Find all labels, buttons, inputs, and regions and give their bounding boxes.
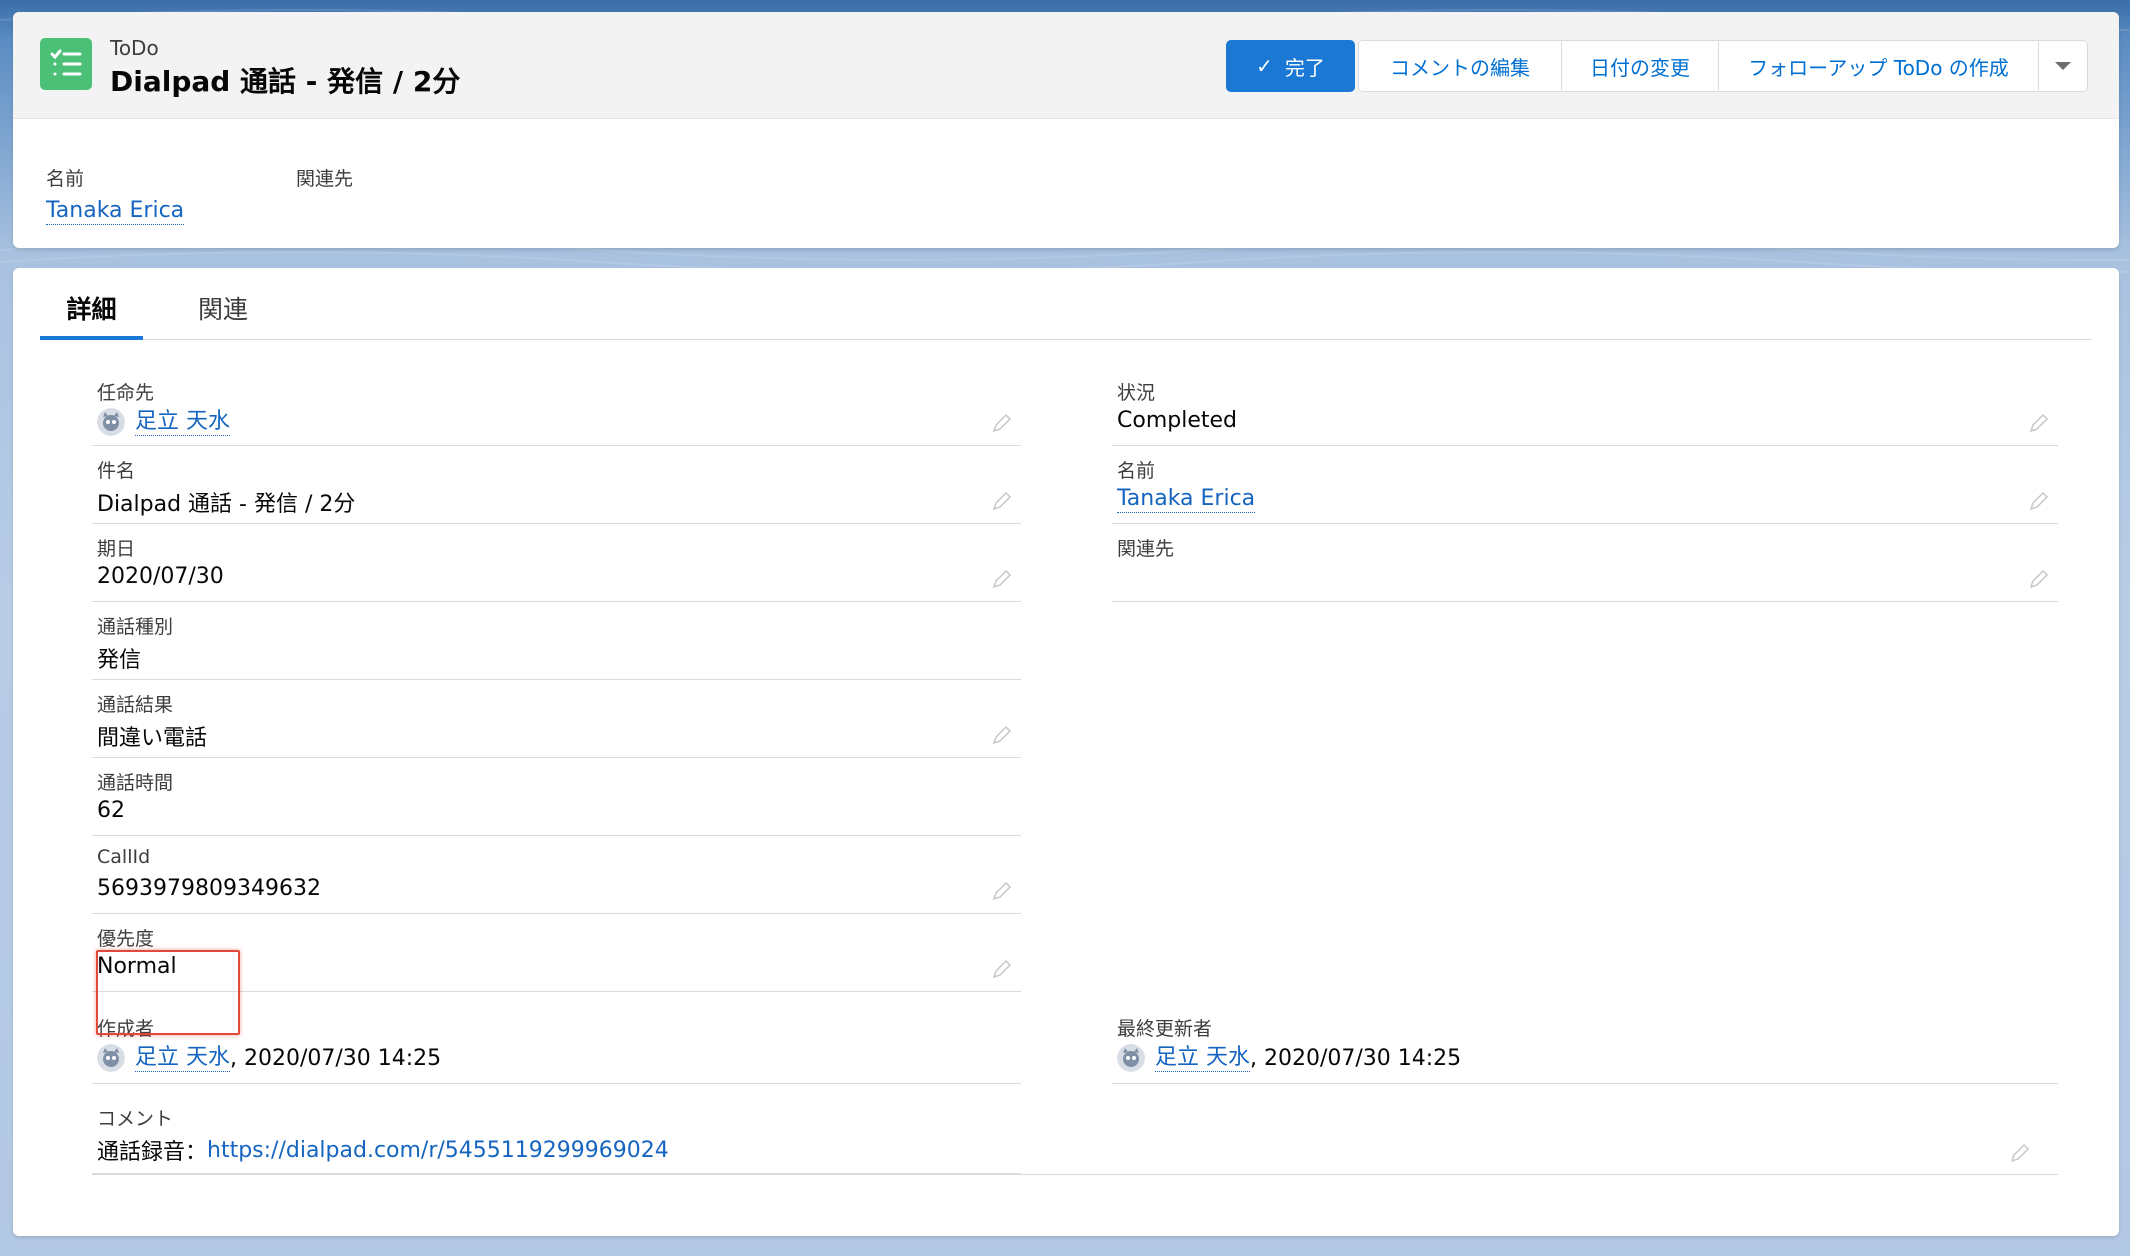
edit-pencil-icon[interactable] <box>2028 568 2050 590</box>
field-value: Dialpad 通話 - 発信 / 2分 <box>97 492 356 517</box>
field-name: 名前 Tanaka Erica <box>1112 446 2058 524</box>
field-label: 通話種別 <box>97 616 174 638</box>
record-title: Dialpad 通話 - 発信 / 2分 <box>110 65 461 98</box>
field-value: 足立 天水 , 2020/07/30 14:25 <box>1117 1044 1461 1072</box>
check-icon: ✓ <box>1256 54 1273 78</box>
more-actions-button[interactable] <box>2038 40 2088 92</box>
complete-button[interactable]: ✓ 完了 <box>1226 40 1355 92</box>
edit-pencil-icon[interactable] <box>2028 412 2050 434</box>
field-label: 名前 <box>1117 460 1156 482</box>
edit-pencil-icon[interactable] <box>2028 490 2050 512</box>
recording-link[interactable]: https://dialpad.com/r/5455119299969024 <box>207 1138 669 1163</box>
tab-detail[interactable]: 詳細 <box>40 290 143 340</box>
field-created-by: 作成者 足立 天水 , 2020/07/30 14:25 <box>92 1004 1021 1084</box>
field-label: 作成者 <box>97 1018 155 1040</box>
field-value: Tanaka Erica <box>1117 486 1256 513</box>
field-label: CallId <box>97 846 151 868</box>
field-label: 通話結果 <box>97 694 174 716</box>
last-modified-date: , 2020/07/30 14:25 <box>1250 1045 1462 1071</box>
field-value: 2020/07/30 <box>97 564 224 589</box>
edit-pencil-icon[interactable] <box>991 568 1013 590</box>
created-by-user-link[interactable]: 足立 天水 <box>135 1045 230 1072</box>
create-follow-up-todo-button[interactable]: フォローアップ ToDo の作成 <box>1718 40 2039 92</box>
record-header-top: ToDo Dialpad 通話 - 発信 / 2分 ✓ 完了 コメントの編集 日… <box>13 12 2119 119</box>
edit-pencil-icon[interactable] <box>991 490 1013 512</box>
field-last-modified-by: 最終更新者 足立 天水 , 2020/07/30 14:25 <box>1112 1004 2058 1084</box>
field-value: Completed <box>1117 408 1237 433</box>
user-avatar-icon <box>97 1044 125 1072</box>
field-value: 足立 天水 , 2020/07/30 14:25 <box>97 1044 441 1072</box>
field-value: 間違い電話 <box>97 726 208 751</box>
field-label: 最終更新者 <box>1117 1018 1213 1040</box>
field-assignee: 任命先 足立 天水 <box>92 368 1021 446</box>
field-label: 関連先 <box>1117 538 1175 560</box>
field-label: 状況 <box>1117 382 1156 404</box>
field-priority: 優先度 Normal <box>92 914 1021 992</box>
field-call-type: 通話種別 発信 <box>92 602 1021 680</box>
edit-pencil-icon[interactable] <box>991 958 1013 980</box>
name-link[interactable]: Tanaka Erica <box>1117 486 1256 513</box>
todo-list-icon <box>40 38 92 90</box>
action-buttons: ✓ 完了 コメントの編集 日付の変更 フォローアップ ToDo の作成 <box>1226 40 2088 92</box>
field-subject: 件名 Dialpad 通話 - 発信 / 2分 <box>92 446 1021 524</box>
header-name-link[interactable]: Tanaka Erica <box>46 198 185 225</box>
field-value: 5693979809349632 <box>97 876 321 901</box>
header-related-label: 関連先 <box>296 168 354 190</box>
field-value: 通話録音： https://dialpad.com/r/545511929996… <box>97 1134 669 1166</box>
user-avatar-icon <box>97 408 125 436</box>
field-related-to: 関連先 <box>1112 524 2058 602</box>
record-header: ToDo Dialpad 通話 - 発信 / 2分 ✓ 完了 コメントの編集 日… <box>13 12 2119 248</box>
comment-divider <box>92 1174 2058 1175</box>
edit-pencil-icon[interactable] <box>2009 1142 2031 1164</box>
field-call-id: CallId 5693979809349632 <box>92 836 1021 914</box>
edit-pencil-icon[interactable] <box>991 412 1013 434</box>
tab-related[interactable]: 関連 <box>178 290 268 340</box>
field-comment: コメント 通話録音： https://dialpad.com/r/5455119… <box>92 1094 1021 1174</box>
chevron-down-icon <box>2055 62 2071 70</box>
field-call-result: 通話結果 間違い電話 <box>92 680 1021 758</box>
field-label: 期日 <box>97 538 136 560</box>
field-call-duration: 通話時間 62 <box>92 758 1021 836</box>
created-by-date: , 2020/07/30 14:25 <box>230 1045 442 1071</box>
field-label: 件名 <box>97 460 136 482</box>
comment-prefix: 通話録音： <box>97 1140 208 1165</box>
tab-bar: 詳細 関連 <box>40 268 2092 340</box>
highlight-fields: 名前 Tanaka Erica 関連先 <box>13 119 2119 248</box>
field-due-date: 期日 2020/07/30 <box>92 524 1021 602</box>
field-status: 状況 Completed <box>1112 368 2058 446</box>
field-label: 優先度 <box>97 928 155 950</box>
edit-comment-button[interactable]: コメントの編集 <box>1358 40 1562 92</box>
field-label: 通話時間 <box>97 772 174 794</box>
assignee-link[interactable]: 足立 天水 <box>135 409 230 436</box>
user-avatar-icon <box>1117 1044 1145 1072</box>
edit-pencil-icon[interactable] <box>991 880 1013 902</box>
edit-pencil-icon[interactable] <box>991 724 1013 746</box>
detail-panel: 詳細 関連 任命先 足立 天水 件名 Dialpad 通話 - 発信 / 2分 … <box>13 268 2119 1236</box>
field-value: Normal <box>97 954 177 979</box>
field-value: 発信 <box>97 648 142 673</box>
field-label: 任命先 <box>97 382 155 404</box>
complete-button-label: 完了 <box>1284 55 1325 80</box>
field-value: 62 <box>97 798 125 823</box>
last-modified-user-link[interactable]: 足立 天水 <box>1155 1045 1250 1072</box>
object-type-label: ToDo <box>110 36 159 60</box>
field-label: コメント <box>97 1108 174 1130</box>
field-value: 足立 天水 <box>97 408 230 436</box>
header-name-label: 名前 <box>46 168 85 190</box>
change-date-button[interactable]: 日付の変更 <box>1561 40 1719 92</box>
